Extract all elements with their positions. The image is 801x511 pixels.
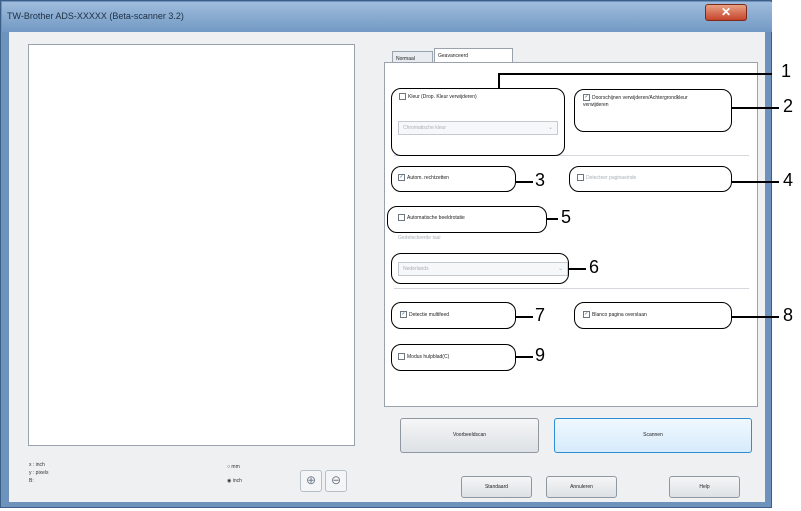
callout-number-2: 2	[783, 96, 794, 116]
callout-frame-6	[391, 253, 569, 284]
callout-number-6: 6	[589, 257, 600, 277]
zoom-out-icon[interactable]: ⊖	[325, 470, 347, 492]
help-button[interactable]: Help	[669, 476, 740, 498]
leader-line-9	[515, 356, 533, 358]
coord-legend-x: x : inch	[29, 462, 45, 468]
callout-number-9: 9	[535, 345, 546, 365]
leader-line-1	[498, 73, 772, 75]
callout-frame-8	[574, 302, 732, 329]
title-bar: TW-Brother ADS-XXXXX (Beta-scanner 3.2) …	[2, 2, 772, 32]
default-button[interactable]: Standaard	[461, 476, 532, 498]
callout-number-3: 3	[535, 170, 546, 190]
window-title: TW-Brother ADS-XXXXX (Beta-scanner 3.2)	[7, 11, 184, 21]
radio-checked-icon: ◉	[227, 478, 232, 484]
callout-number-7: 7	[535, 305, 546, 325]
scan-button[interactable]: Scannen	[554, 418, 752, 453]
callout-frame-9	[391, 344, 516, 371]
leader-line-3	[515, 181, 533, 183]
callout-frame-1	[391, 88, 565, 156]
preview-scan-button[interactable]: Voorbeeldscan	[400, 418, 539, 453]
leader-line-2	[731, 107, 779, 109]
close-icon[interactable]: ✕	[705, 4, 747, 21]
leader-line-5	[546, 218, 558, 220]
leader-line-7	[515, 316, 533, 318]
callout-number-5: 5	[561, 207, 572, 227]
cancel-button[interactable]: Annuleren	[546, 476, 617, 498]
rotate-language-label: Gedetecteerde taal	[398, 235, 441, 241]
radio-unchecked-icon: ○	[227, 464, 231, 470]
leader-line-6	[568, 268, 586, 270]
leader-line-1-vertical	[498, 73, 500, 89]
unit-inch-radio[interactable]: ◉ inch	[227, 478, 242, 484]
separator	[394, 288, 749, 289]
callout-number-4: 4	[783, 170, 794, 190]
callout-frame-3	[391, 166, 516, 192]
dialog-client-area: Normaal Geavanceerd Kleur (Drop. Kleur v…	[9, 32, 765, 502]
preview-area	[28, 44, 355, 446]
unit-mm-radio[interactable]: ○ mm	[227, 464, 240, 470]
leader-line-4	[731, 181, 779, 183]
callout-frame-4	[569, 166, 732, 192]
callout-frame-5	[387, 206, 547, 233]
coord-legend-b: B:	[29, 478, 34, 484]
callout-number-1: 1	[781, 61, 792, 81]
leader-line-8	[731, 316, 779, 318]
unit-mm-label: mm	[231, 464, 240, 470]
callout-frame-7	[391, 302, 516, 329]
coord-legend-y: y : pixels	[29, 470, 49, 476]
unit-inch-label: inch	[232, 478, 242, 484]
scanner-dialog-window: TW-Brother ADS-XXXXX (Beta-scanner 3.2) …	[0, 0, 772, 508]
callout-frame-2	[574, 89, 732, 132]
callout-number-8: 8	[783, 305, 794, 325]
zoom-in-icon[interactable]: ⊕	[300, 470, 322, 492]
